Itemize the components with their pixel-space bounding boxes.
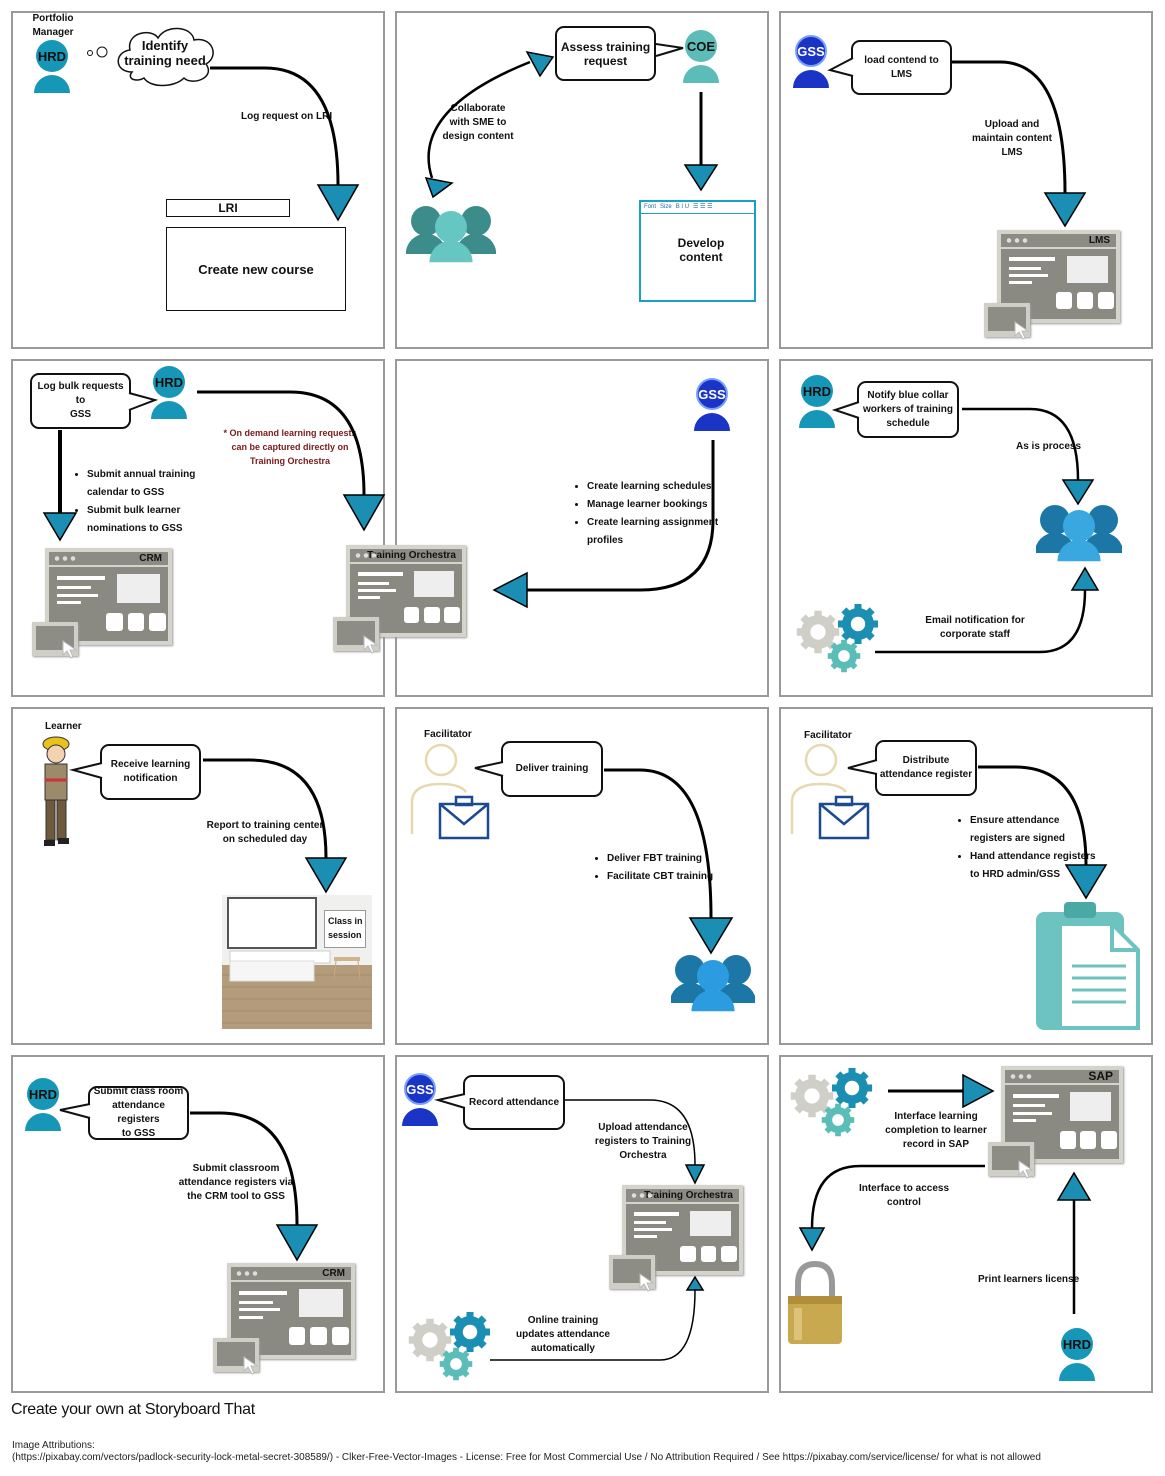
speech-bubble: Receive learning notification: [100, 744, 201, 800]
gears-icon: [788, 1066, 878, 1138]
team-icon: [1034, 503, 1124, 565]
bullet-item: Deliver FBT training: [607, 850, 713, 868]
editor-toolbar: Font Size B I U ☰ ☰ ☰: [641, 202, 754, 214]
team-icon: [669, 953, 757, 1017]
person-label: HRD: [1062, 1336, 1092, 1352]
lri-box: LRI: [166, 199, 290, 217]
person-label: HRD: [37, 48, 67, 64]
develop-content-text: Develop content: [677, 236, 725, 264]
person-label: HRD: [154, 374, 184, 390]
bullet-item: Hand attendance registers to HRD admin/G…: [970, 848, 1096, 884]
role-label: Portfolio Manager: [32, 13, 74, 38]
size-select: Size: [660, 204, 672, 210]
monitor-icon: [984, 303, 1030, 340]
online-label: Online training updates attendance autom…: [516, 1315, 610, 1354]
hrd-person-icon: HRD: [151, 366, 187, 419]
bullet-list: Submit annual training calendar to GSS S…: [73, 466, 195, 538]
report-label: Report to training center on scheduled d…: [206, 820, 324, 845]
speech-bubble: load contend to LMS: [851, 40, 952, 95]
person-label: GSS: [698, 386, 726, 402]
window-title: Training Orchestra: [644, 1190, 733, 1201]
monitor-icon: [988, 1142, 1034, 1179]
speech-bubble: Record attendance: [463, 1075, 565, 1130]
person-label: GSS: [797, 43, 825, 59]
clipboard-icon: [1034, 900, 1142, 1034]
bullet-item: Submit bulk learner nominations to GSS: [87, 502, 195, 538]
padlock-icon: [786, 1260, 844, 1346]
team-icon: [405, 203, 497, 267]
submit-label: Submit classroom attendance registers vi…: [178, 1163, 294, 1202]
thought-text: Identify training need: [124, 38, 206, 68]
speech-bubble: Deliver training: [501, 741, 603, 797]
gss-person-icon: GSS: [402, 1073, 438, 1126]
bullet-item: Facilitate CBT training: [607, 868, 713, 886]
hrd-person-icon: HRD: [34, 40, 70, 93]
as-is-label: As is process: [1016, 441, 1082, 452]
gears-icon: [794, 602, 884, 674]
interface-sap-label: Interface learning completion to learner…: [885, 1111, 987, 1150]
align-icons: ☰ ☰ ☰: [693, 204, 713, 210]
monitor-icon: [609, 1255, 655, 1292]
on-demand-note: * On demand learning requests can be cap…: [223, 428, 357, 466]
window-title: CRM: [139, 553, 162, 564]
coe-person-icon: COE: [683, 30, 719, 83]
speech-bubble: Assess training request: [555, 26, 656, 81]
hrd-person-icon: HRD: [799, 375, 835, 428]
window-title: CRM: [322, 1268, 345, 1279]
interface-access-label: Interface to access control: [858, 1183, 950, 1208]
facilitator-icon: [408, 742, 492, 842]
speech-bubble: Submit class room attendance registers t…: [88, 1086, 189, 1140]
upload-label: Upload and maintain content LMS: [971, 119, 1053, 158]
person-label: HRD: [802, 383, 832, 399]
image-attributions: Image Attributions: (https://pixabay.com…: [12, 1440, 1041, 1463]
arrow-label: Log request on LRI: [241, 111, 333, 122]
bullet-list: Ensure attendance registers are signed H…: [956, 812, 1096, 884]
bullet-item: Manage learner bookings: [587, 496, 718, 514]
speech-bubble: Distribute attendance register: [875, 740, 977, 796]
upload-label: Upload attendance registers to Training …: [594, 1122, 692, 1161]
window-title: LMS: [1088, 235, 1110, 246]
format-buttons: B I U: [675, 204, 690, 210]
bullet-list: Create learning schedules Manage learner…: [573, 478, 718, 550]
bullet-item: Create learning assignment profiles: [587, 514, 718, 550]
window-title: Training Orchestra: [367, 550, 456, 561]
bullet-item: Ensure attendance registers are signed: [970, 812, 1096, 848]
speech-bubble: Notify blue collar workers of training s…: [857, 381, 959, 438]
person-label: HRD: [28, 1086, 58, 1102]
font-select: Font: [644, 204, 657, 210]
bullet-list: Deliver FBT training Facilitate CBT trai…: [593, 850, 713, 886]
bullet-item: Submit annual training calendar to GSS: [87, 466, 195, 502]
storyboard-promo[interactable]: Create your own at Storyboard That: [11, 1401, 255, 1419]
create-course-box: Create new course: [166, 227, 346, 311]
bullet-item: Create learning schedules: [587, 478, 718, 496]
monitor-icon: [333, 617, 379, 654]
collaborate-label: Collaborate with SME to design content: [442, 103, 514, 142]
speech-bubble: Log bulk requests to GSS: [30, 373, 131, 429]
gss-person-icon: GSS: [793, 35, 829, 88]
gss-person-icon: GSS: [694, 378, 730, 431]
monitor-icon: [32, 622, 78, 659]
learner-worker-icon: [36, 734, 76, 848]
monitor-icon: [213, 1338, 259, 1375]
print-label: Print learners license: [978, 1274, 1080, 1285]
window-title: SAP: [1088, 1069, 1113, 1083]
person-label: COE: [686, 38, 716, 54]
hrd-person-icon: HRD: [1059, 1328, 1095, 1381]
email-label: Email notification for corporate staff: [925, 615, 1025, 640]
facilitator-icon: [788, 742, 872, 842]
gears-icon: [406, 1310, 496, 1382]
person-label: GSS: [406, 1081, 434, 1097]
hrd-person-icon: HRD: [25, 1078, 61, 1131]
class-in-session-sign: Class in session: [324, 910, 366, 948]
